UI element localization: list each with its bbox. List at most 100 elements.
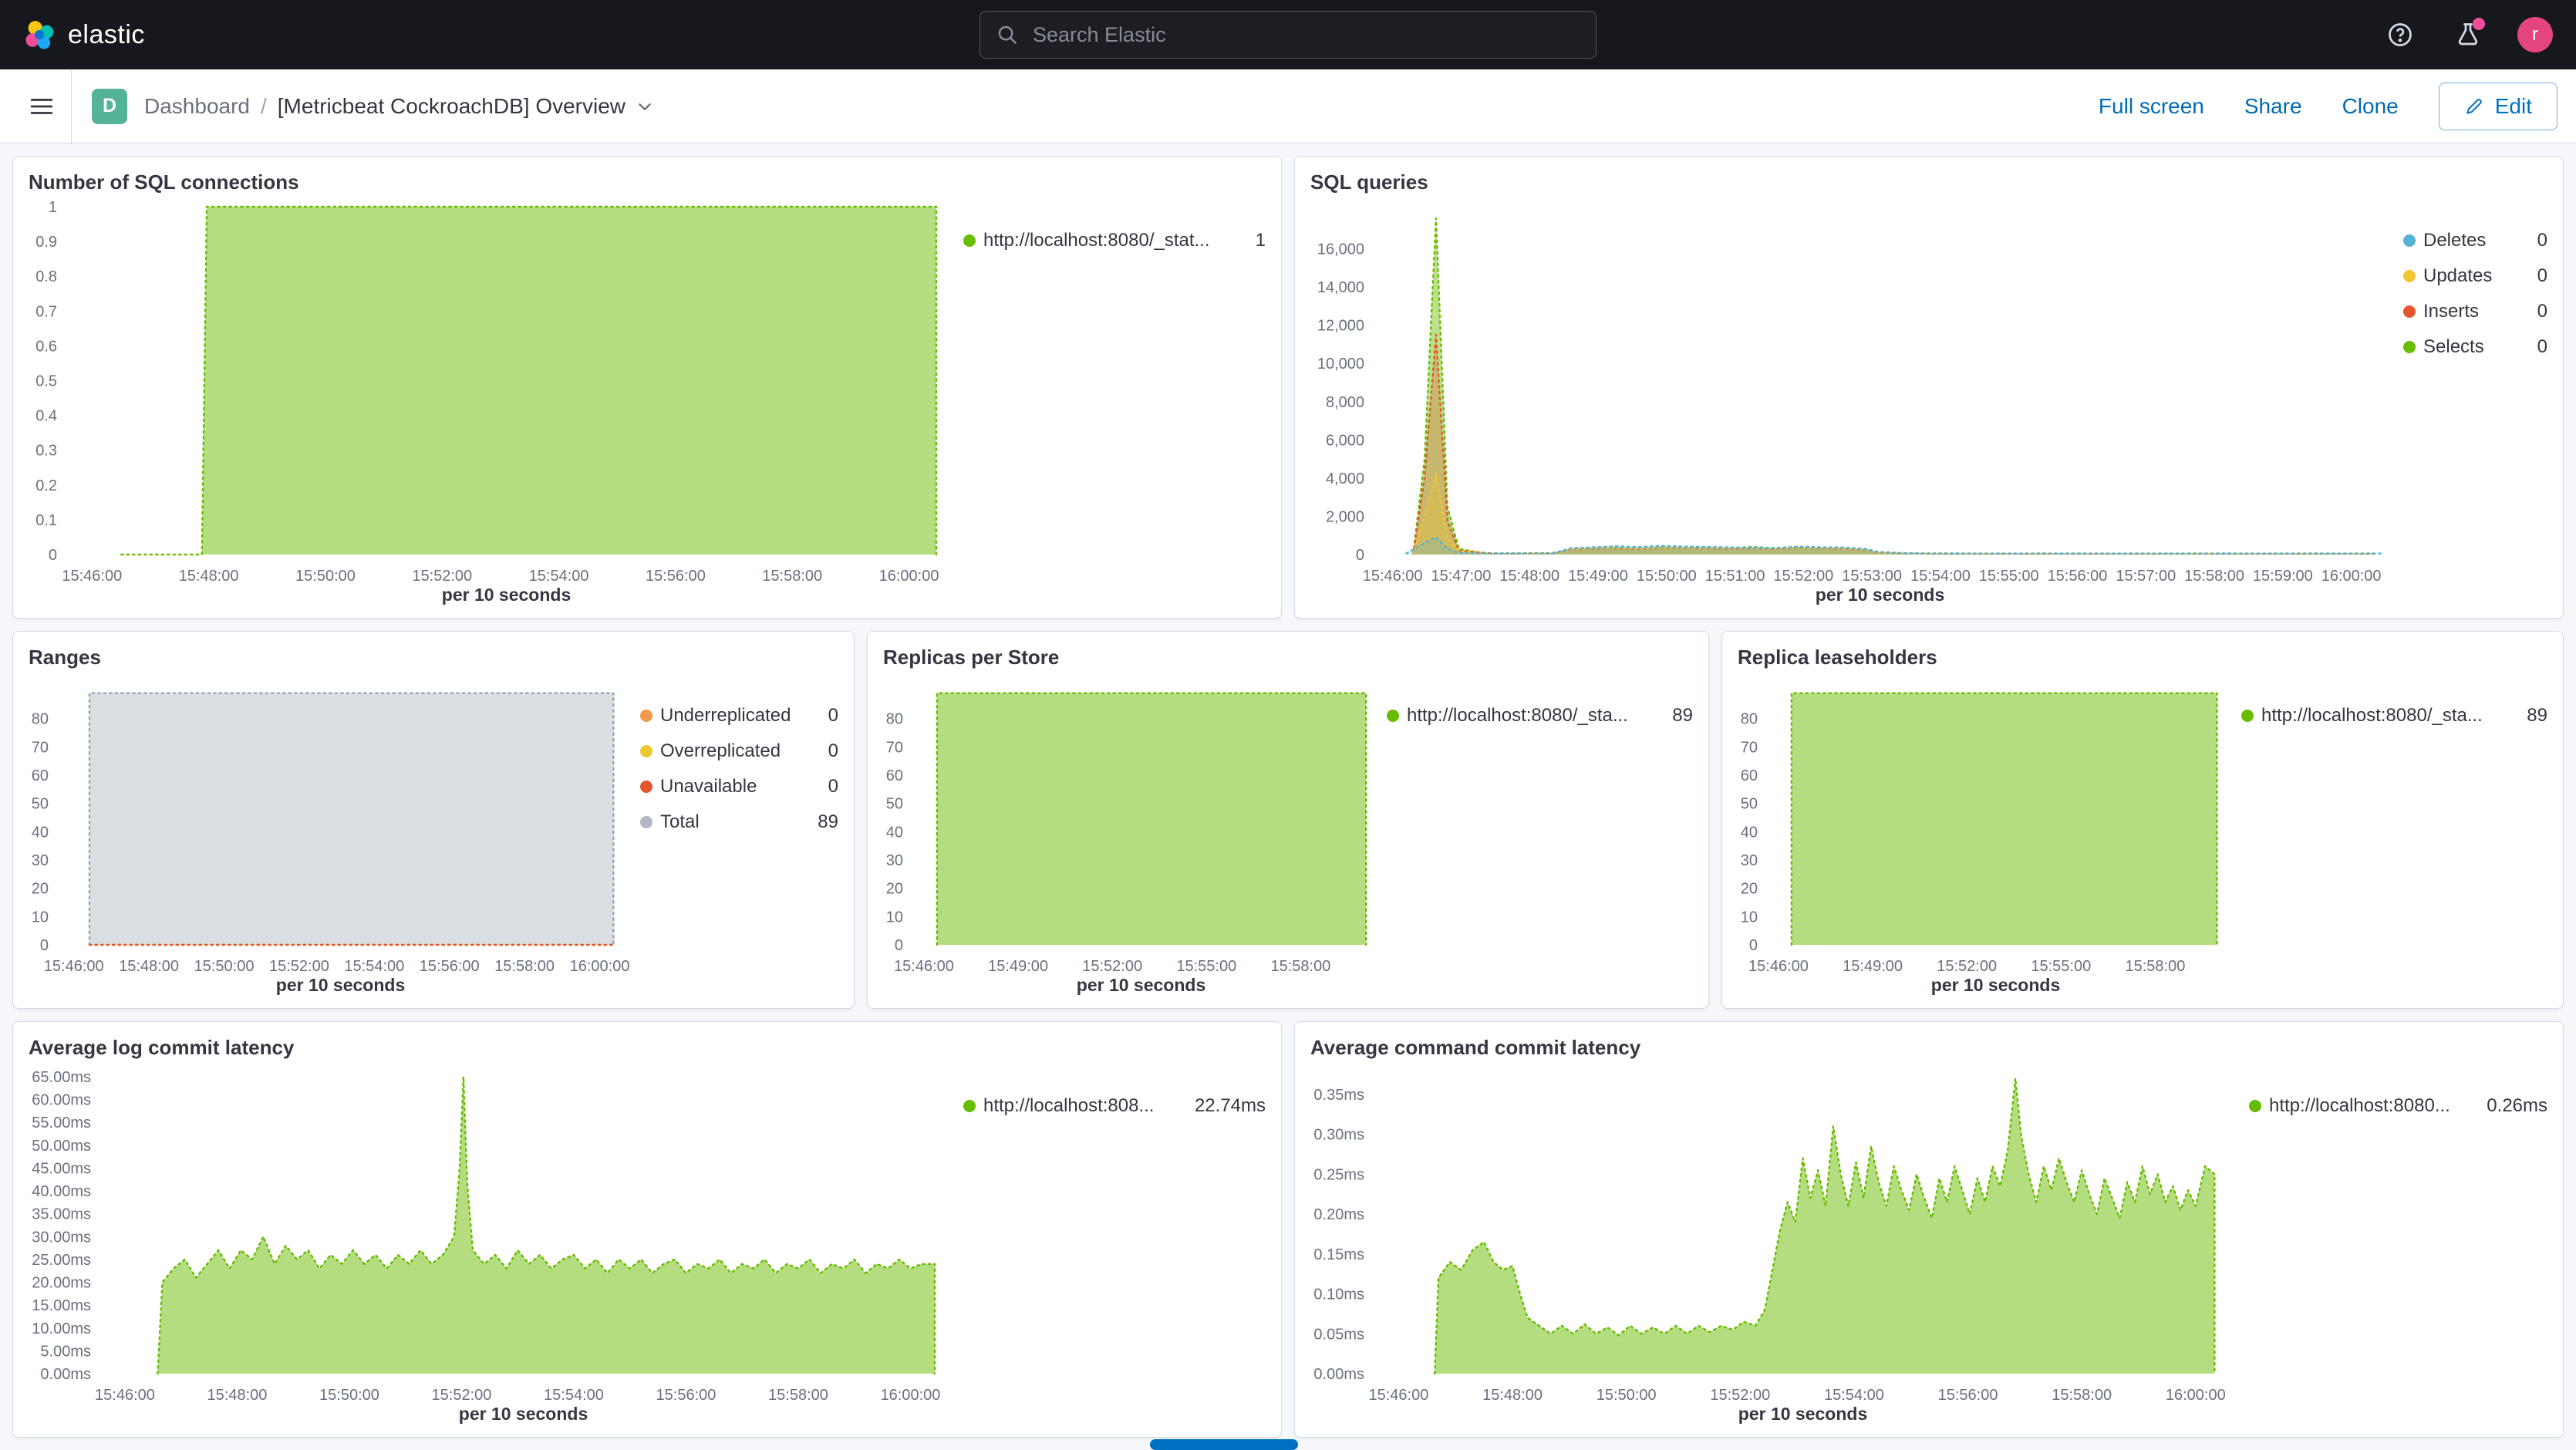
chart-series [1413, 335, 2374, 554]
edit-button-label: Edit [2495, 94, 2532, 119]
axis-label: 15:59:00 [2253, 568, 2313, 585]
menu-icon[interactable] [12, 69, 71, 143]
axis-label: 40 [886, 824, 903, 841]
search-icon [996, 23, 1019, 46]
search-input[interactable] [1031, 22, 1580, 48]
ranges-chart[interactable]: 0102030405060708015:46:0015:48:0015:50:0… [24, 671, 639, 1000]
panel-title[interactable]: Ranges [29, 646, 843, 669]
share-button[interactable]: Share [2244, 94, 2302, 119]
full-screen-button[interactable]: Full screen [2099, 94, 2204, 119]
axis-label: 15:55:00 [1176, 958, 1236, 975]
legend-item[interactable]: Updates0 [2403, 265, 2547, 287]
panel-title[interactable]: Replicas per Store [883, 646, 1698, 669]
chart-series [1406, 538, 2381, 554]
chart-series [1413, 474, 2374, 555]
brand-text: elastic [68, 20, 145, 50]
legend-value: 0 [816, 776, 838, 798]
legend-item[interactable]: http://localhost:8080/_sta... 89 [1387, 705, 1693, 727]
axis-label: 70 [1741, 739, 1758, 756]
chevron-down-icon[interactable] [635, 96, 655, 116]
legend-label: Deletes [2423, 230, 2486, 251]
legend-item[interactable]: http://localhost:8080...0.26ms [2249, 1095, 2547, 1117]
panel-title[interactable]: Average command commit latency [1310, 1036, 2552, 1060]
axis-label: 16:00:00 [2166, 1387, 2226, 1404]
edit-button[interactable]: Edit [2439, 83, 2557, 130]
panel-average-log-commit-latency: Average log commit latency 0.00ms5.00ms1… [12, 1021, 1282, 1438]
newsfeed-flask-icon[interactable] [2450, 16, 2487, 53]
avg-command-commit-latency-chart[interactable]: 0.00ms0.05ms0.10ms0.15ms0.20ms0.25ms0.30… [1306, 1061, 2247, 1429]
legend-item[interactable]: Unavailable0 [640, 776, 838, 798]
topbar-actions: r [2382, 16, 2553, 53]
axis-label: 15:46:00 [1748, 958, 1809, 975]
axis-label: 15:50:00 [194, 958, 255, 975]
axis-label: 15:58:00 [2184, 568, 2244, 585]
axis-label: 15:46:00 [62, 568, 122, 585]
legend-item[interactable]: http://localhost:8080/_stat...1 [963, 230, 1266, 251]
panel-title[interactable]: Average log commit latency [29, 1036, 1270, 1060]
axis-label: 15:49:00 [1568, 568, 1628, 585]
elastic-logo[interactable]: elastic [23, 19, 145, 51]
axis-label: 0 [49, 547, 57, 564]
axis-label: 15:52:00 [1710, 1387, 1770, 1404]
legend-label: http://localhost:8080/_sta... [1407, 705, 1628, 727]
panel-title[interactable]: Replica leaseholders [1738, 646, 2552, 669]
legend-item[interactable]: Inserts0 [2403, 301, 2547, 322]
axis-label: 15:50:00 [1637, 568, 1697, 585]
chart-legend: http://localhost:8080...0.26ms [2247, 1061, 2552, 1429]
axis-label: 60 [32, 767, 49, 784]
chart-series [1413, 218, 2374, 555]
avatar-initial: r [2532, 24, 2538, 46]
avatar[interactable]: r [2517, 17, 2553, 52]
axis-label: 16:00:00 [2321, 568, 2382, 585]
legend-item[interactable]: Overreplicated0 [640, 740, 838, 762]
sql-connections-chart[interactable]: 00.10.20.30.40.50.60.70.80.9115:46:0015:… [24, 196, 962, 610]
panel-title[interactable]: SQL queries [1310, 170, 2552, 194]
replica-leaseholders-chart[interactable]: 0102030405060708015:46:0015:49:0015:52:0… [1733, 671, 2240, 1000]
axis-label: 60 [1741, 767, 1758, 784]
axis-label: 15:56:00 [646, 568, 706, 585]
axis-label: 15:48:00 [1482, 1387, 1543, 1404]
clone-button[interactable]: Clone [2342, 94, 2399, 119]
chart-series [89, 693, 613, 945]
axis-label: 15:50:00 [1597, 1387, 1657, 1404]
chart-series [121, 207, 936, 555]
axis-label: 15:56:00 [420, 958, 480, 975]
top-navigation-bar: elastic r [0, 0, 2576, 69]
legend-item[interactable]: Selects0 [2403, 336, 2547, 358]
sql-queries-chart[interactable]: 02,0004,0006,0008,00010,00012,00014,0001… [1306, 196, 2402, 610]
panel-title[interactable]: Number of SQL connections [29, 170, 1270, 194]
legend-label: http://localhost:8080/_sta... [2261, 705, 2483, 727]
legend-item[interactable]: http://localhost:808...22.74ms [963, 1095, 1266, 1117]
axis-label: 15:52:00 [412, 568, 472, 585]
legend-item[interactable]: Underreplicated0 [640, 705, 838, 727]
dashboard-badge[interactable]: D [92, 89, 127, 124]
axis-label: 15:55:00 [2031, 958, 2091, 975]
axis-label: 50 [1741, 796, 1758, 813]
axis-label: 45.00ms [32, 1160, 91, 1177]
axis-label: 15:56:00 [1938, 1387, 1998, 1404]
legend-value: 0.26ms [2474, 1095, 2547, 1117]
legend-dot [2403, 305, 2416, 318]
axis-label: 15:57:00 [2116, 568, 2176, 585]
legend-dot [963, 234, 976, 247]
axis-label: 15:55:00 [1979, 568, 2039, 585]
legend-item[interactable]: Total89 [640, 811, 838, 833]
legend-dot [2403, 270, 2416, 282]
legend-item[interactable]: http://localhost:8080/_sta...89 [2241, 705, 2547, 727]
help-icon[interactable] [2382, 16, 2419, 53]
global-search[interactable] [979, 11, 1597, 59]
legend-value: 0 [2525, 265, 2547, 287]
legend-dot [640, 781, 652, 793]
legend-value: 0 [2525, 230, 2547, 251]
legend-item[interactable]: Deletes 0 [2403, 230, 2547, 251]
axis-label: 12,000 [1317, 318, 1364, 335]
axis-label: 4,000 [1326, 470, 1364, 487]
axis-label: 10.00ms [32, 1320, 91, 1337]
axis-label: 0.00ms [40, 1366, 91, 1383]
avg-log-commit-latency-chart[interactable]: 0.00ms5.00ms10.00ms15.00ms20.00ms25.00ms… [24, 1061, 962, 1429]
legend-value: 89 [1660, 705, 1693, 727]
replicas-per-store-chart[interactable]: 0102030405060708015:46:0015:49:0015:52:0… [878, 671, 1385, 1000]
axis-label: 15:58:00 [494, 958, 555, 975]
breadcrumb-dashboard-link[interactable]: Dashboard [144, 94, 250, 119]
page-title[interactable]: [Metricbeat CockroachDB] Overview [278, 94, 655, 119]
